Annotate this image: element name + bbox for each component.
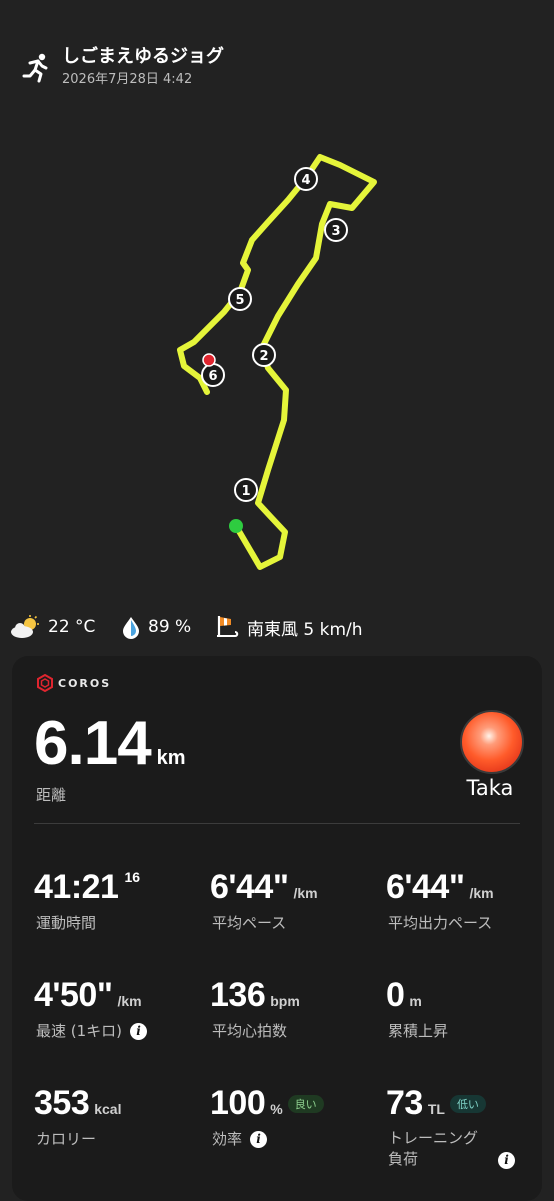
stat-value-hundredths: 16 (124, 869, 141, 885)
km-marker-5: 5 (228, 287, 252, 311)
weather-wind: 南東風 5 km/h (215, 612, 363, 642)
distance-value-group: 6.14 km (34, 708, 186, 779)
stat-value: 100 (210, 1084, 266, 1122)
summary-card: COROS 6.14 km 距離 Taka 41:21 16 運動時間 6'44" /… (12, 656, 542, 1201)
distance-unit: km (156, 747, 186, 769)
stat-unit: % (270, 1101, 283, 1117)
info-icon[interactable]: i (130, 1023, 148, 1040)
stat-label-line1: トレーニング (388, 1129, 479, 1147)
stat-calories: 353 kcal カロリー (34, 1084, 122, 1148)
svg-text:4: 4 (301, 173, 310, 188)
distance-value: 6.14 (34, 709, 152, 778)
running-icon (22, 53, 48, 83)
coros-logo-icon (37, 674, 53, 692)
svg-text:2: 2 (259, 349, 268, 364)
activity-datetime: 2026年7月28日 4:42 (62, 72, 193, 87)
efficiency-badge: 良い (287, 1095, 324, 1113)
stat-label: 最速 (1キロ) (36, 1022, 123, 1040)
route-map[interactable]: 1 2 3 4 5 6 (0, 120, 554, 600)
stat-efficiency: 100% 良い 効率 i (210, 1084, 324, 1148)
stat-value: 353 (34, 1084, 90, 1122)
stat-label-group: 最速 (1キロ) i (36, 1020, 148, 1041)
brand-name: COROS (58, 676, 112, 690)
stat-value: 4'50" (34, 976, 113, 1014)
distance-label: 距離 (36, 786, 67, 804)
wind-text: 南東風 5 km/h (247, 619, 363, 640)
stat-avg-pace: 6'44"/km 平均ペース (210, 868, 318, 932)
stat-label: 平均心拍数 (212, 1022, 288, 1040)
temperature-text: 22 °C (48, 617, 96, 637)
weather-humidity: 89 % (120, 612, 191, 642)
stat-unit: TL (427, 1101, 445, 1117)
stat-label-group: 効率 i (212, 1128, 268, 1149)
stat-label: 運動時間 (36, 914, 97, 932)
avatar[interactable] (460, 710, 524, 774)
end-point (202, 353, 216, 367)
stat-value: 41:21 (34, 868, 119, 906)
stat-label: 効率 (212, 1130, 243, 1148)
stat-avg-heart-rate: 136 bpm 平均心拍数 (210, 976, 300, 1040)
stat-value: 6'44" (386, 868, 465, 906)
wind-flag-icon (217, 616, 239, 637)
humidity-text: 89 % (148, 617, 192, 637)
user-name[interactable]: Taka (442, 776, 538, 800)
stat-fastest-km: 4'50"/km 最速 (1キロ) i (34, 976, 148, 1040)
weather-temperature: 22 °C (10, 612, 95, 642)
svg-text:1: 1 (241, 484, 250, 499)
stat-value: 6'44" (210, 868, 289, 906)
start-point (229, 519, 243, 533)
training-load-badge: 低い (449, 1095, 486, 1113)
km-marker-3: 3 (324, 218, 348, 242)
stat-duration: 41:21 16 運動時間 (34, 868, 141, 932)
info-icon[interactable]: i (498, 1152, 515, 1169)
km-marker-1: 1 (234, 478, 258, 502)
km-marker-4: 4 (294, 167, 318, 191)
stat-unit: /km (469, 885, 494, 901)
stat-elevation-gain: 0m 累積上昇 (386, 976, 448, 1040)
km-marker-2: 2 (252, 343, 276, 367)
stat-label: 平均ペース (212, 914, 287, 932)
stat-unit: /km (293, 885, 318, 901)
humidity-drop-icon (123, 617, 139, 639)
stat-avg-power-pace: 6'44"/km 平均出力ペース (386, 868, 494, 932)
stat-label: カロリー (36, 1130, 97, 1148)
stat-training-load: 73 TL 低い トレーニング 負荷 i (386, 1084, 515, 1169)
stat-value: 73 (386, 1084, 423, 1122)
stat-unit: bpm (270, 993, 300, 1009)
stat-unit: m (409, 993, 422, 1009)
stat-unit: /km (117, 993, 142, 1009)
info-icon[interactable]: i (250, 1131, 268, 1148)
divider (34, 823, 520, 824)
svg-text:5: 5 (235, 293, 244, 308)
stat-label: トレーニング 負荷 (388, 1128, 478, 1170)
stat-label: 平均出力ペース (388, 914, 493, 932)
stat-value: 0 (386, 976, 405, 1014)
stat-label: 累積上昇 (388, 1022, 449, 1040)
svg-text:3: 3 (331, 224, 340, 239)
weather-row: 22 °C 89 % 南東風 5 km/h (10, 612, 550, 642)
stat-label-line2: 負荷 (388, 1150, 419, 1168)
km-marker-6: 6 (201, 363, 225, 387)
partly-cloudy-icon (11, 615, 39, 638)
svg-text:6: 6 (208, 369, 217, 384)
stat-value: 136 (210, 976, 266, 1014)
activity-title: しごまえゆるジョグ (62, 46, 224, 67)
stat-unit: kcal (94, 1101, 122, 1117)
coros-logo: COROS (36, 672, 111, 694)
